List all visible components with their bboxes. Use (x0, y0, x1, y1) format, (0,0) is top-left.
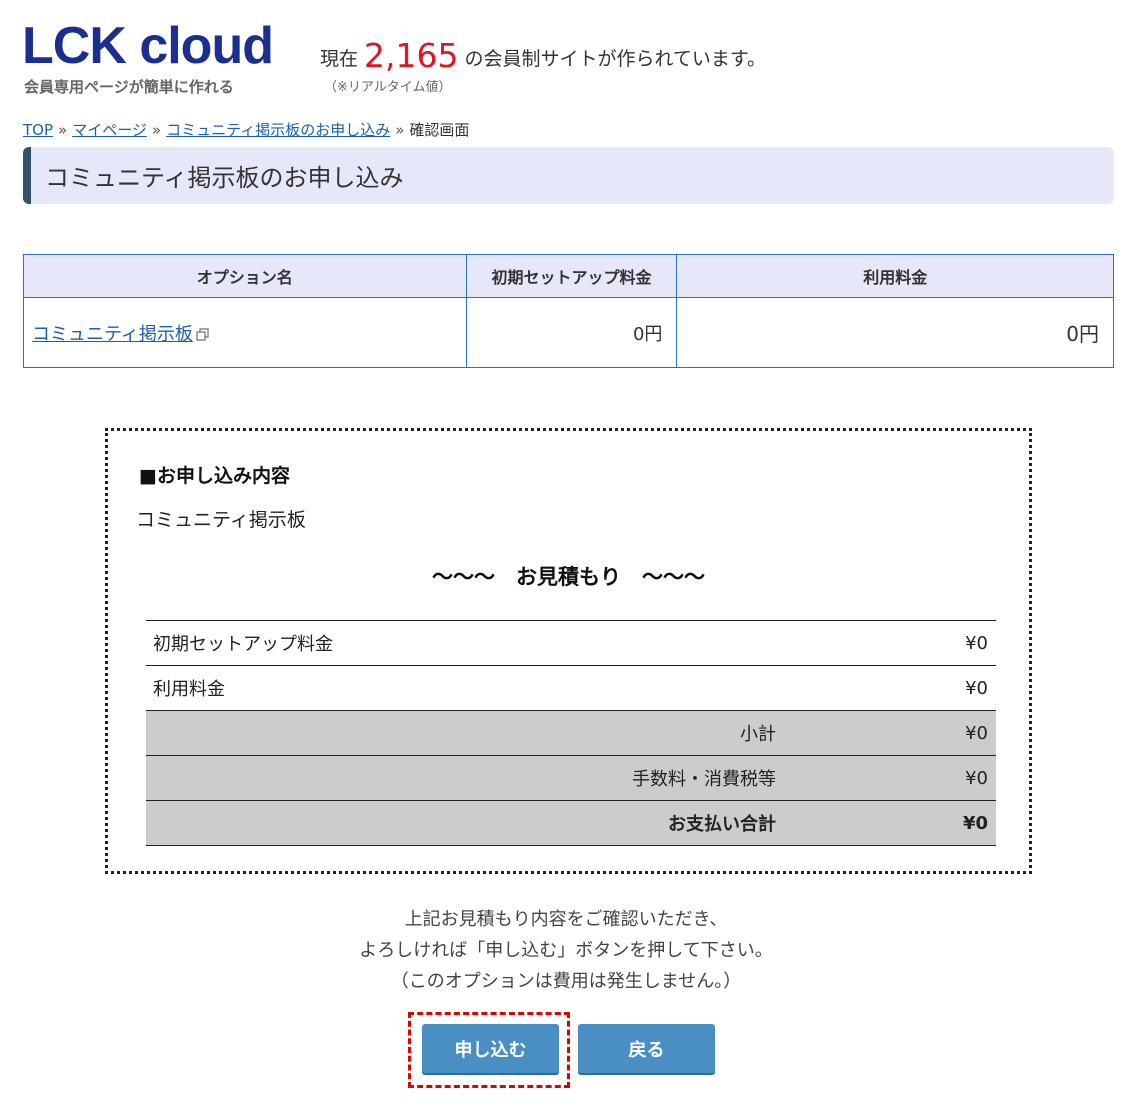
table-row: コミュニティ掲示板 0円 0円 (23, 297, 1114, 368)
estimate-table: 初期セットアップ料金 ¥0 利用料金 ¥0 小計 ¥0 手数料・消費税等 ¥0 … (146, 620, 996, 846)
estimate-label-usage: 利用料金 (146, 665, 876, 711)
header-option-name: オプション名 (23, 254, 467, 298)
estimate-title: ～～～ お見積もり ～～～ (432, 565, 705, 589)
estimate-value-fees: ¥0 (876, 755, 996, 801)
breadcrumb-top[interactable]: TOP (23, 121, 53, 139)
logo-subtitle: 会員専用ページが簡単に作れる (24, 78, 234, 96)
page-title: コミュニティ掲示板のお申し込み (23, 147, 1114, 204)
estimate-row-total: お支払い合計 ¥0 (146, 800, 996, 846)
breadcrumb-separator: » (58, 121, 68, 139)
option-name-link[interactable]: コミュニティ掲示板 (32, 324, 193, 345)
confirmation-notice: 上記お見積もり内容をご確認いただき、 よろしければ「申し込む」ボタンを押して下さ… (0, 904, 1132, 997)
option-name-cell: コミュニティ掲示板 (23, 297, 467, 368)
estimate-label-subtotal: 小計 (146, 710, 876, 756)
application-heading: ■お申し込み内容 (139, 465, 290, 487)
breadcrumb-application[interactable]: コミュニティ掲示板のお申し込み (166, 121, 390, 139)
estimate-row: 利用料金 ¥0 (146, 665, 996, 711)
breadcrumb-mypage[interactable]: マイページ (72, 121, 147, 139)
header-setup-fee: 初期セットアップ料金 (465, 254, 678, 298)
breadcrumb-current: 確認画面 (409, 121, 470, 139)
option-setup-fee: 0円 (465, 297, 678, 368)
notice-line-1: 上記お見積もり内容をご確認いただき、 (404, 909, 728, 930)
page-title-text: コミュニティ掲示板のお申し込み (45, 164, 404, 192)
site-logo[interactable]: LCK cloud 会員専用ページが簡単に作れる (22, 17, 274, 97)
counter-suffix: の会員制サイトが作られています。 (464, 48, 767, 70)
estimate-row: 初期セットアップ料金 ¥0 (146, 620, 996, 666)
estimate-value-subtotal: ¥0 (876, 710, 996, 756)
estimate-value-usage: ¥0 (876, 665, 996, 711)
notice-line-3: （このオプションは費用は発生しません。） (390, 971, 742, 992)
table-header-row: オプション名 初期セットアップ料金 利用料金 (23, 254, 1114, 298)
counter-value: 2,165 (364, 36, 459, 75)
counter-note: （※リアルタイム値） (324, 80, 452, 95)
estimate-row-subtotal: 小計 ¥0 (146, 710, 996, 756)
breadcrumb-separator: » (151, 121, 162, 139)
back-button[interactable]: 戻る (578, 1024, 715, 1073)
external-link-icon (196, 327, 209, 341)
application-item: コミュニティ掲示板 (136, 509, 306, 531)
logo-title: LCK cloud (22, 17, 274, 75)
counter-prefix: 現在 (320, 48, 359, 70)
estimate-label-setup: 初期セットアップ料金 (146, 620, 876, 666)
site-counter: 現在 2,165 の会員制サイトが作られています。 (320, 36, 766, 75)
estimate-value-total: ¥0 (876, 800, 996, 846)
header-usage-fee: 利用料金 (676, 254, 1114, 298)
apply-button[interactable]: 申し込む (422, 1024, 559, 1073)
option-table: オプション名 初期セットアップ料金 利用料金 コミュニティ掲示板 0円 0円 (23, 254, 1114, 368)
estimate-row-fees: 手数料・消費税等 ¥0 (146, 755, 996, 801)
application-summary-box: ■お申し込み内容 コミュニティ掲示板 ～～～ お見積もり ～～～ 初期セットアッ… (105, 428, 1032, 874)
estimate-label-total: お支払い合計 (146, 800, 876, 846)
notice-line-2: よろしければ「申し込む」ボタンを押して下さい。 (359, 940, 773, 961)
estimate-label-fees: 手数料・消費税等 (146, 755, 876, 801)
estimate-value-setup: ¥0 (876, 620, 996, 666)
breadcrumb-separator: » (395, 121, 405, 139)
option-usage-fee: 0円 (676, 297, 1114, 368)
breadcrumb: TOP» マイページ» コミュニティ掲示板のお申し込み» 確認画面 (23, 119, 469, 140)
